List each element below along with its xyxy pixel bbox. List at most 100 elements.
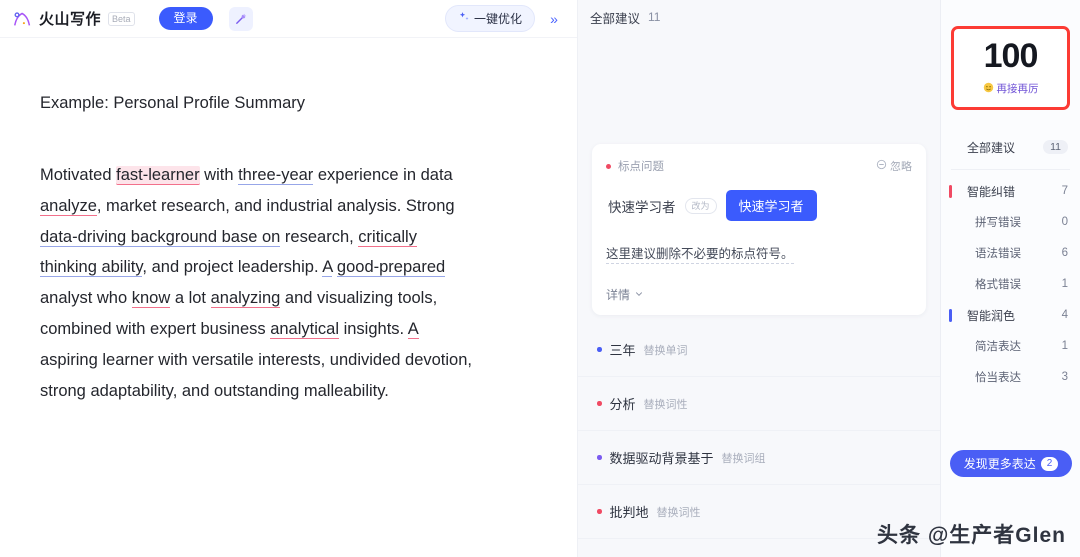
sidebar-item-all-suggestions[interactable]: 全部建议 11 (941, 132, 1080, 163)
suggestions-header-label: 全部建议 (590, 11, 641, 26)
beta-tag: Beta (108, 11, 135, 26)
flagged-text[interactable]: critically (358, 227, 417, 247)
flagged-text[interactable]: three-year (238, 166, 314, 185)
plain-text: research, (280, 227, 359, 246)
suggestion-card-header: 标点问题 忽略 (606, 158, 912, 174)
brand-name: 火山写作 (39, 11, 102, 28)
brand: 火山写作 Beta (12, 8, 135, 30)
sidebar-subitem[interactable]: 恰当表达 3 (941, 362, 1080, 393)
list-item[interactable]: 数据驱动背景基于 替换词组 (578, 431, 940, 485)
flagged-text[interactable]: good-prepared (336, 258, 446, 278)
score-number: 100 (983, 37, 1039, 75)
plain-text: , market research, and industrial analys… (96, 196, 455, 215)
flagged-text[interactable]: thinking ability (40, 258, 143, 278)
document-line: Motivated fast-learner with three-year e… (40, 160, 537, 191)
plain-text: analyst who (40, 289, 132, 308)
flagged-text[interactable]: data-driving background base on (40, 227, 281, 247)
subcategory-count: 6 (1061, 247, 1068, 259)
subcategory-label: 拼写错误 (975, 217, 1021, 229)
category-groups: 智能纠错 7 拼写错误 0 语法错误 6 格式错误 1 智能润色 4 简洁表达 1 恰当表达 3 (941, 176, 1080, 393)
sidebar-divider (951, 168, 1070, 170)
document-line: thinking ability, and project leadership… (40, 252, 537, 283)
flagged-text[interactable]: fast-learner (116, 166, 200, 185)
discover-badge: 2 (1040, 456, 1059, 471)
plain-text: strong adaptability, and outstanding mal… (40, 381, 389, 400)
score-value: 100 (977, 37, 1044, 75)
document-line: analyst who know a lot analyzing and vis… (40, 283, 537, 314)
discover-more-button[interactable]: 发现更多表达 2 (950, 450, 1072, 477)
issue-dot-icon (597, 509, 602, 514)
all-suggestions-label: 全部建议 (967, 140, 1016, 155)
score-badge: 再接再厉 (983, 81, 1039, 96)
ignore-button[interactable]: 忽略 (876, 158, 912, 174)
flagged-text[interactable]: A (407, 319, 419, 339)
flagged-text[interactable]: analyzing (210, 289, 281, 309)
plain-text: experience in data (313, 166, 453, 184)
sidebar-subitem[interactable]: 简洁表达 1 (941, 331, 1080, 362)
category-label: 智能纠错 (967, 184, 1016, 199)
subcategory-count: 0 (1061, 216, 1068, 228)
chevron-down-icon (634, 288, 644, 302)
suggestion-text: 数据驱动背景基于 (609, 451, 714, 466)
flagged-text[interactable]: know (131, 289, 171, 309)
category-count: 4 (1061, 309, 1068, 321)
suggestions-column: 全部建议 11 标点问题 忽略 快速学习者 改为 快速学习者 这里建议删除不必要… (578, 0, 941, 557)
detail-toggle[interactable]: 详情 (606, 286, 912, 303)
document-body[interactable]: Motivated fast-learner with three-year e… (40, 160, 537, 406)
document-line: strong adaptability, and outstanding mal… (40, 376, 537, 407)
category-count: 7 (1061, 185, 1068, 197)
subcategory-label: 格式错误 (975, 279, 1021, 291)
sparkle-icon (458, 11, 470, 26)
flagged-text[interactable]: A (322, 258, 333, 278)
suggestion-tag: 替换词性 (656, 506, 701, 519)
plain-text: Motivated (40, 166, 117, 184)
sidebar-subitem[interactable]: 格式错误 1 (941, 269, 1080, 300)
smiley-icon (983, 82, 994, 96)
sidebar-subitem[interactable]: 拼写错误 0 (941, 207, 1080, 238)
issue-dot-icon (606, 163, 611, 169)
one-click-optimize-button[interactable]: 一键优化 (444, 5, 535, 32)
subcategory-label: 简洁表达 (975, 341, 1021, 353)
plain-text: a lot (170, 289, 211, 308)
collapse-panel-button[interactable]: » (541, 7, 567, 31)
sidebar-item-smart-polish[interactable]: 智能润色 4 (941, 300, 1080, 331)
discover-label: 发现更多表达 (963, 457, 1036, 471)
detail-label: 详情 (606, 288, 631, 302)
subcategory-count: 1 (1061, 340, 1068, 352)
ignore-label: 忽略 (890, 161, 912, 173)
suggestion-text: 分析 (609, 397, 636, 412)
suggestion-text: 三年 (609, 343, 636, 358)
list-item[interactable]: 分析 替换词性 (578, 377, 940, 431)
score-badge-label: 再接再厉 (996, 83, 1039, 95)
issue-dot-icon (597, 455, 602, 460)
suggestion-text: 批判地 (609, 505, 649, 520)
sidebar-subitem[interactable]: 语法错误 6 (941, 238, 1080, 269)
document-area[interactable]: Example: Personal Profile Summary Motiva… (0, 38, 577, 406)
plain-text: insights. (339, 319, 408, 338)
suggestions-header: 全部建议 11 (578, 0, 940, 34)
app-root: 火山写作 Beta 登录 一键优化 » Example: Personal Pr… (0, 0, 1080, 557)
flagged-text[interactable]: analytical (270, 319, 339, 339)
top-toolbar: 火山写作 Beta 登录 一键优化 » (0, 0, 577, 38)
suggestion-tag: 替换单词 (643, 344, 688, 357)
subcategory-label: 恰当表达 (975, 372, 1021, 384)
apply-replacement-button[interactable]: 快速学习者 (725, 190, 817, 221)
category-label: 智能润色 (967, 308, 1016, 323)
watermark: 头条 @生产者Glen (877, 524, 1066, 547)
issue-dot-icon (597, 347, 602, 352)
category-list: 全部建议 11 智能纠错 7 拼写错误 0 语法错误 6 格式错误 1 智能润色 4 简洁表达 1 恰当… (941, 132, 1080, 393)
plain-text: aspiring learner with versatile interest… (40, 350, 472, 369)
magic-wand-icon[interactable] (228, 6, 253, 31)
login-button[interactable]: 登录 (158, 7, 213, 30)
document-title: Example: Personal Profile Summary (40, 94, 306, 112)
all-suggestions-count: 11 (1043, 140, 1068, 154)
suggestion-card[interactable]: 标点问题 忽略 快速学习者 改为 快速学习者 这里建议删除不必要的标点符号。 详… (592, 144, 926, 315)
list-item[interactable]: 三年 替换单词 (578, 323, 940, 377)
category-color-bar (949, 184, 952, 198)
sidebar-item-smart-correction[interactable]: 智能纠错 7 (941, 176, 1080, 207)
flagged-text[interactable]: analyze (40, 196, 97, 216)
right-sidebar: 100 再接再厉 全部建议 11 智能纠错 7 拼写错误 0 语法错误 6 格式… (941, 0, 1080, 557)
suggestion-tag: 替换词性 (643, 398, 688, 411)
minus-circle-icon (876, 159, 887, 173)
document-line: analyze, market research, and industrial… (40, 191, 537, 222)
